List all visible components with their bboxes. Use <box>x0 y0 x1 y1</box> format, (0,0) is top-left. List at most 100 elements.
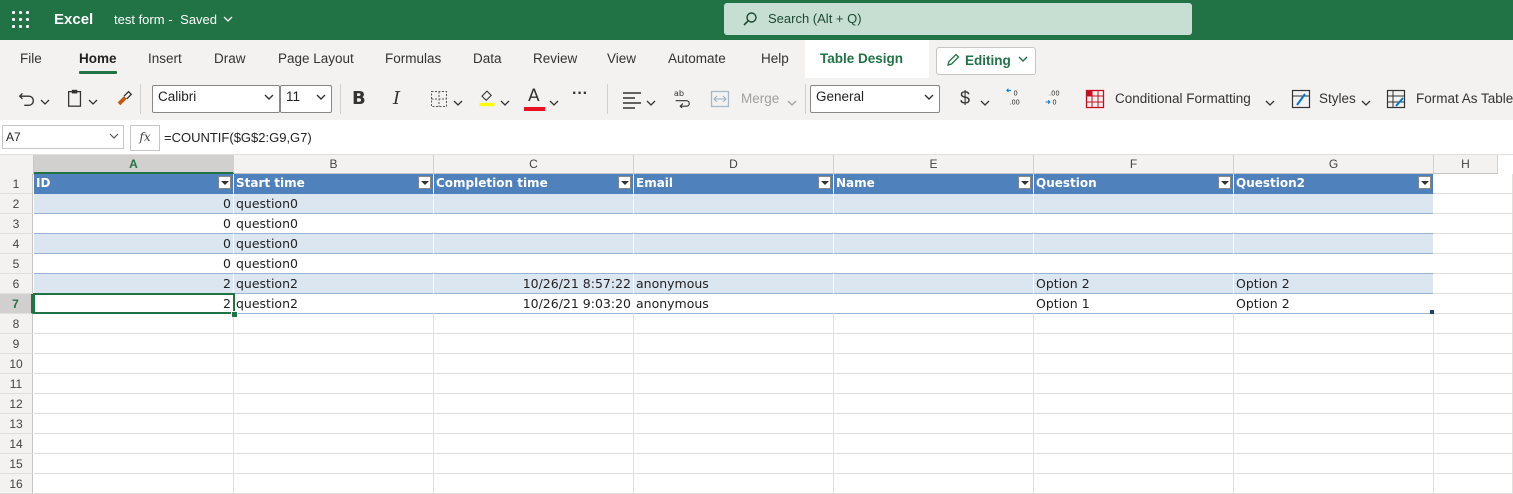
cell-a4[interactable]: 0 <box>34 234 234 254</box>
row-header-5[interactable]: 5 <box>0 254 33 274</box>
cell-b5[interactable]: question0 <box>234 254 434 274</box>
cell-e5[interactable] <box>834 254 1034 274</box>
borders-icon[interactable] <box>430 89 448 109</box>
filter-dropdown-icon[interactable] <box>818 176 831 189</box>
table-resize-handle[interactable] <box>1430 310 1434 314</box>
cell-h7[interactable] <box>1434 294 1513 314</box>
cell-b4[interactable]: question0 <box>234 234 434 254</box>
cell-f13[interactable] <box>1034 414 1234 434</box>
cell-b9[interactable] <box>234 334 434 354</box>
cell-e14[interactable] <box>834 434 1034 454</box>
cell-d15[interactable] <box>634 454 834 474</box>
cell-f4[interactable] <box>1034 234 1234 254</box>
chevron-down-icon[interactable] <box>40 92 50 112</box>
cell-g13[interactable] <box>1234 414 1434 434</box>
conditional-formatting-icon[interactable] <box>1085 89 1105 109</box>
format-as-table-button[interactable]: Format As Table <box>1416 91 1513 111</box>
cell-d9[interactable] <box>634 334 834 354</box>
select-all-corner[interactable] <box>0 155 34 175</box>
tab-draw[interactable]: Draw <box>214 51 246 66</box>
font-color-button[interactable]: A <box>524 86 546 112</box>
filter-dropdown-icon[interactable] <box>618 176 631 189</box>
cell-styles-icon[interactable] <box>1291 89 1311 109</box>
cell-d16[interactable] <box>634 474 834 494</box>
cell-c7[interactable]: 10/26/21 9:03:20 <box>434 294 634 314</box>
cell-b12[interactable] <box>234 394 434 414</box>
search-box[interactable]: Search (Alt + Q) <box>724 3 1192 35</box>
cell-e7[interactable] <box>834 294 1034 314</box>
cell-f10[interactable] <box>1034 354 1234 374</box>
cell-g14[interactable] <box>1234 434 1434 454</box>
editing-mode-button[interactable]: Editing <box>936 47 1036 75</box>
increase-decimal-icon[interactable]: 0.00 <box>1004 87 1028 107</box>
tab-help[interactable]: Help <box>761 51 789 66</box>
cell-e4[interactable] <box>834 234 1034 254</box>
number-format-select[interactable]: General <box>810 85 940 113</box>
cell-h10[interactable] <box>1434 354 1513 374</box>
cell-h1[interactable] <box>1434 174 1513 194</box>
cell-a15[interactable] <box>34 454 234 474</box>
align-left-icon[interactable] <box>622 90 642 110</box>
tab-data[interactable]: Data <box>473 51 502 66</box>
column-header-g[interactable]: G <box>1234 155 1434 174</box>
cell-f3[interactable] <box>1034 214 1234 234</box>
cell-b15[interactable] <box>234 454 434 474</box>
tab-table-design[interactable]: Table Design <box>805 40 929 78</box>
filter-dropdown-icon[interactable] <box>218 176 231 189</box>
row-header-12[interactable]: 12 <box>0 394 33 414</box>
currency-button[interactable]: $ <box>960 88 970 108</box>
cell-h16[interactable] <box>1434 474 1513 494</box>
cell-a3[interactable]: 0 <box>34 214 234 234</box>
cell-d7[interactable]: anonymous <box>634 294 834 314</box>
cell-h8[interactable] <box>1434 314 1513 334</box>
tab-view[interactable]: View <box>607 51 636 66</box>
filter-dropdown-icon[interactable] <box>418 176 431 189</box>
cell-f7[interactable]: Option 1 <box>1034 294 1234 314</box>
cell-g5[interactable] <box>1234 254 1434 274</box>
cell-g9[interactable] <box>1234 334 1434 354</box>
cell-b13[interactable] <box>234 414 434 434</box>
column-header-d[interactable]: D <box>634 155 834 174</box>
styles-button[interactable]: Styles <box>1319 91 1356 111</box>
cell-g4[interactable] <box>1234 234 1434 254</box>
cell-e15[interactable] <box>834 454 1034 474</box>
tab-insert[interactable]: Insert <box>148 51 182 66</box>
format-as-table-icon[interactable] <box>1386 89 1406 109</box>
cell-g8[interactable] <box>1234 314 1434 334</box>
cell-b10[interactable] <box>234 354 434 374</box>
filter-dropdown-icon[interactable] <box>1018 176 1031 189</box>
tab-home[interactable]: Home <box>79 51 117 74</box>
cell-d3[interactable] <box>634 214 834 234</box>
more-options-button[interactable]: ··· <box>572 85 588 105</box>
cell-a9[interactable] <box>34 334 234 354</box>
row-header-13[interactable]: 13 <box>0 414 33 434</box>
cell-e16[interactable] <box>834 474 1034 494</box>
cell-b8[interactable] <box>234 314 434 334</box>
cell-h15[interactable] <box>1434 454 1513 474</box>
row-header-15[interactable]: 15 <box>0 454 33 474</box>
row-header-4[interactable]: 4 <box>0 234 33 254</box>
wrap-text-icon[interactable]: ab <box>672 88 692 108</box>
cell-f15[interactable] <box>1034 454 1234 474</box>
cell-c15[interactable] <box>434 454 634 474</box>
cell-f12[interactable] <box>1034 394 1234 414</box>
cell-e13[interactable] <box>834 414 1034 434</box>
cell-g2[interactable] <box>1234 194 1434 214</box>
cell-c9[interactable] <box>434 334 634 354</box>
cell-g11[interactable] <box>1234 374 1434 394</box>
row-header-2[interactable]: 2 <box>0 194 33 214</box>
cell-b16[interactable] <box>234 474 434 494</box>
cell-c4[interactable] <box>434 234 634 254</box>
column-header-h[interactable]: H <box>1434 155 1498 174</box>
row-header-8[interactable]: 8 <box>0 314 33 334</box>
row-header-1[interactable]: 1 <box>0 174 33 194</box>
table-header-cell[interactable]: ID <box>34 174 234 194</box>
table-header-cell[interactable]: Email <box>634 174 834 194</box>
chevron-down-icon[interactable] <box>88 92 98 112</box>
cell-a11[interactable] <box>34 374 234 394</box>
cell-e12[interactable] <box>834 394 1034 414</box>
filter-dropdown-icon[interactable] <box>1418 176 1431 189</box>
cell-c8[interactable] <box>434 314 634 334</box>
fill-handle[interactable] <box>231 311 238 318</box>
tab-formulas[interactable]: Formulas <box>385 51 441 66</box>
